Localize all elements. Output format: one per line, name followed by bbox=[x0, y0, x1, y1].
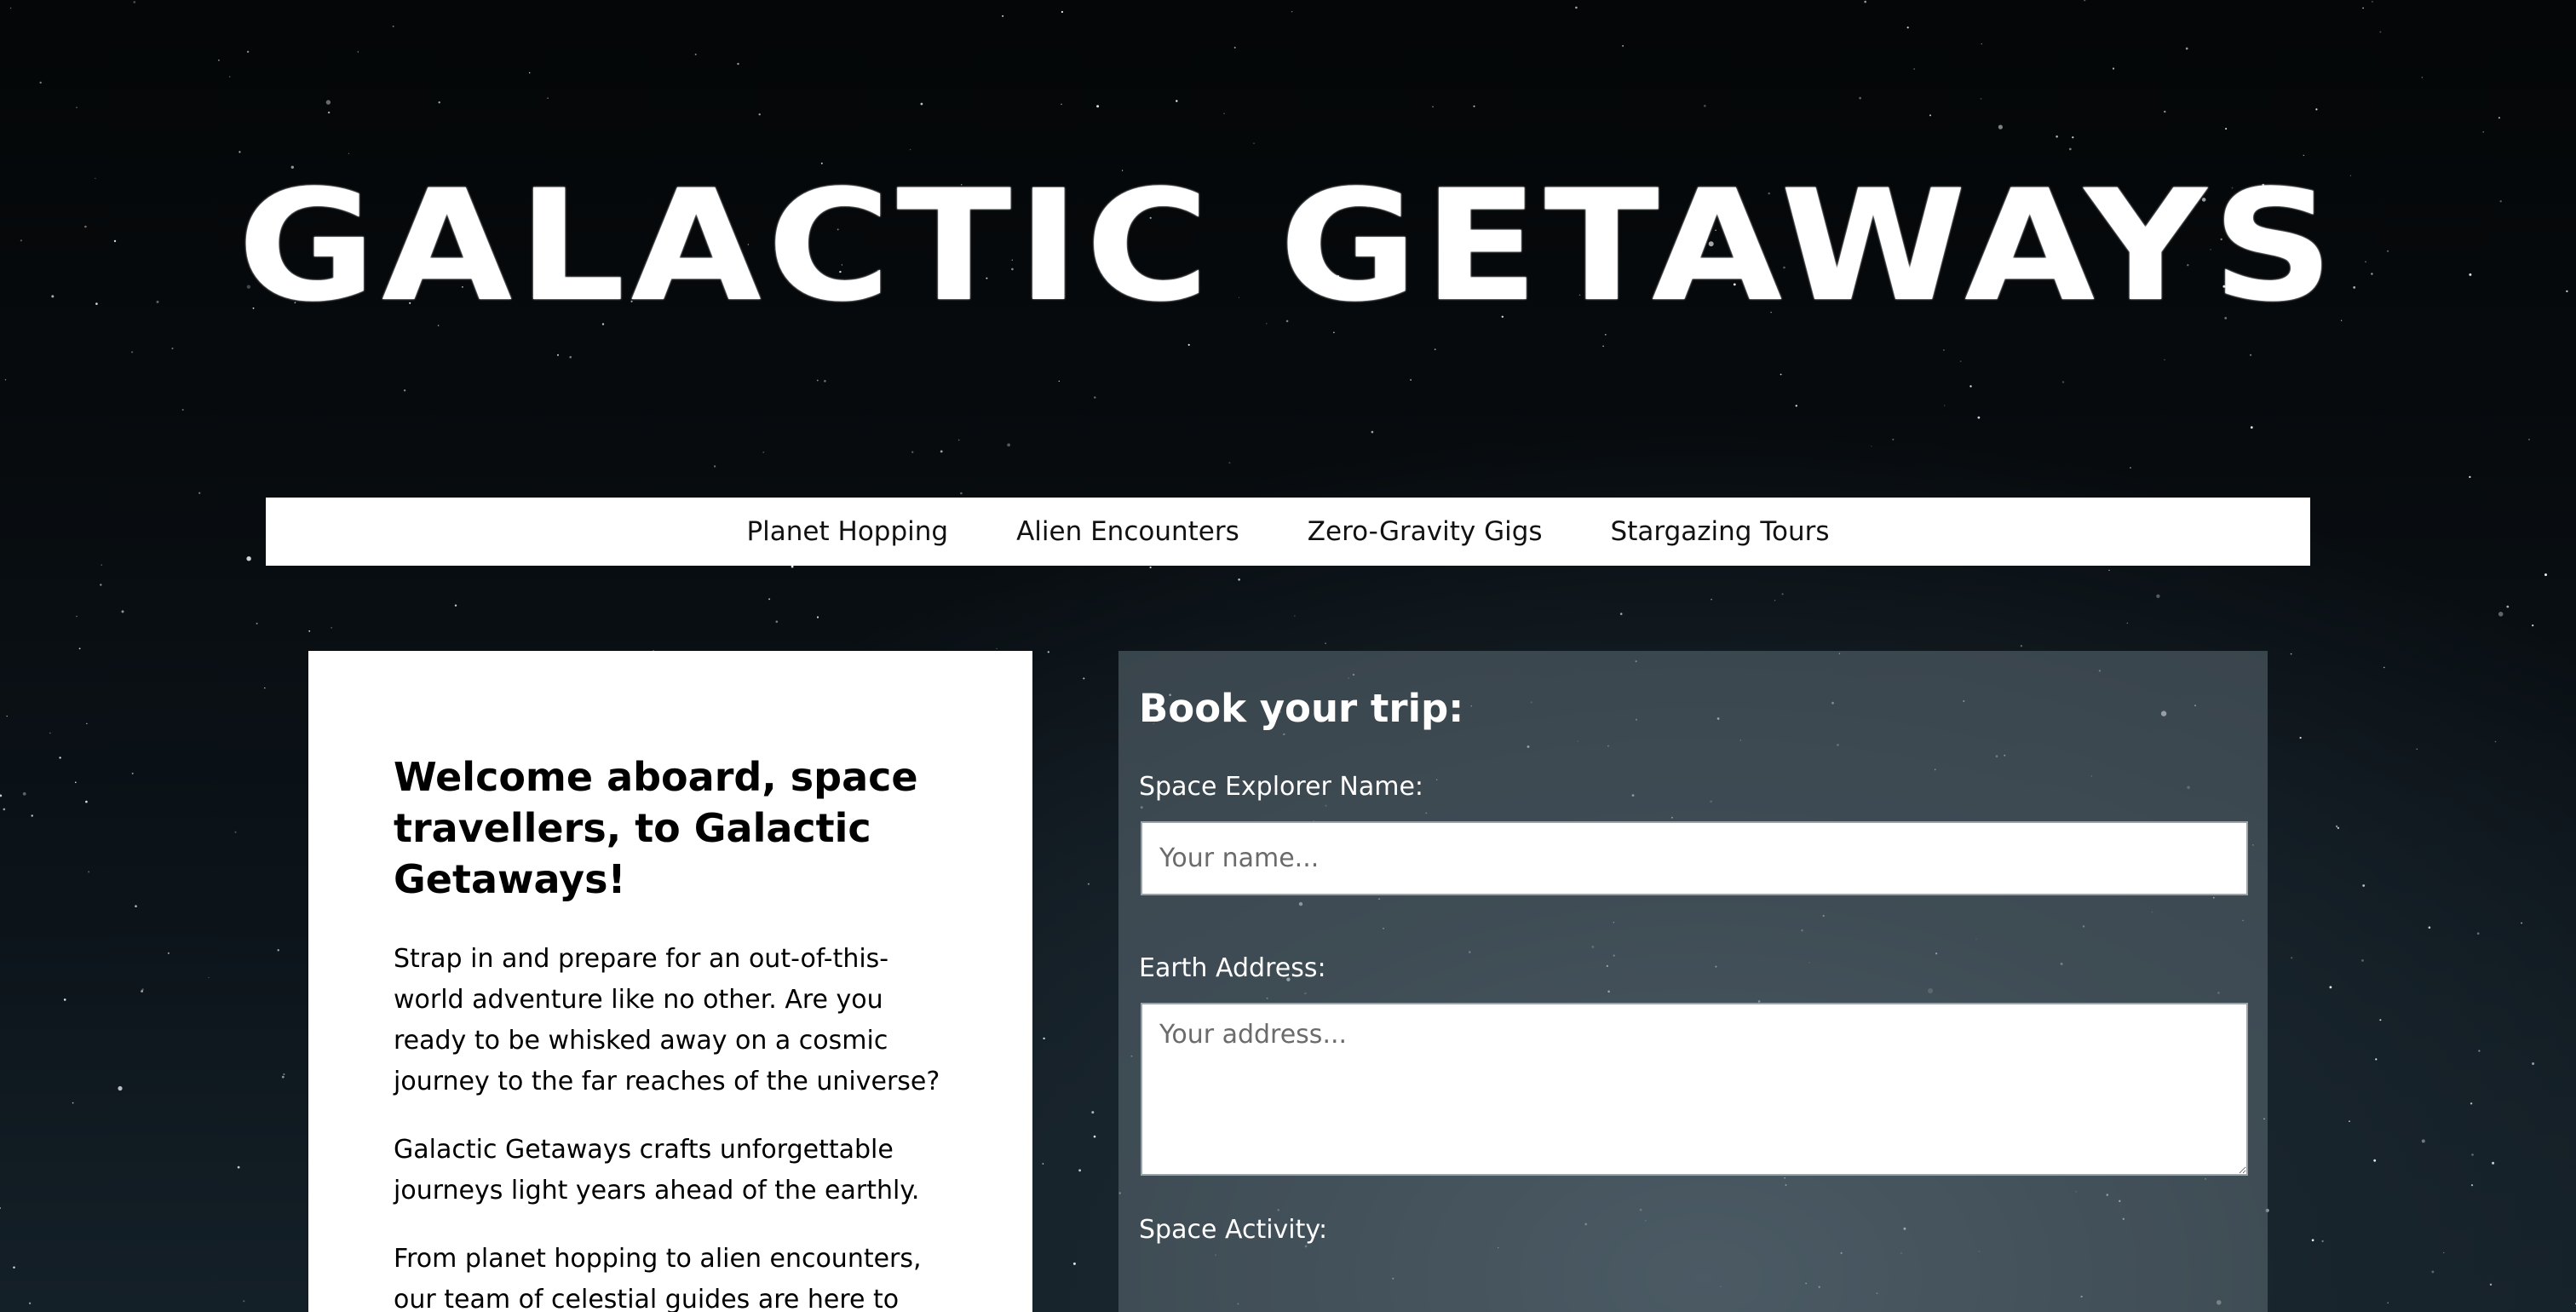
nav-item-stargazing-tours[interactable]: Stargazing Tours bbox=[1611, 516, 1830, 547]
name-input[interactable] bbox=[1141, 821, 2248, 895]
header: GALACTIC GETAWAYS bbox=[0, 162, 2576, 332]
nav-item-planet-hopping[interactable]: Planet Hopping bbox=[746, 516, 948, 547]
welcome-heading: Welcome aboard, space travellers, to Gal… bbox=[394, 754, 918, 902]
nav-item-zero-gravity-gigs[interactable]: Zero-Gravity Gigs bbox=[1308, 516, 1543, 547]
address-textarea[interactable] bbox=[1141, 1003, 2248, 1176]
name-label: Space Explorer Name: bbox=[1139, 772, 1424, 802]
nav-item-alien-encounters[interactable]: Alien Encounters bbox=[1016, 516, 1239, 547]
booking-form: Book your trip: Space Explorer Name: Ear… bbox=[1118, 651, 2268, 1312]
activity-label: Space Activity: bbox=[1139, 1215, 1328, 1245]
site-title: GALACTIC GETAWAYS bbox=[237, 158, 2339, 336]
welcome-paragraph-3: From planet hopping to alien encounters,… bbox=[394, 1244, 922, 1312]
booking-heading: Book your trip: bbox=[1139, 686, 1464, 731]
address-label: Earth Address: bbox=[1139, 953, 1326, 983]
welcome-paragraph-1: Strap in and prepare for an out-of-this-… bbox=[394, 944, 940, 1096]
main-nav: Planet Hopping Alien Encounters Zero-Gra… bbox=[266, 498, 2310, 566]
welcome-paragraph-2: Galactic Getaways crafts unforgettable j… bbox=[394, 1135, 920, 1206]
welcome-card: Welcome aboard, space travellers, to Gal… bbox=[308, 651, 1032, 1312]
